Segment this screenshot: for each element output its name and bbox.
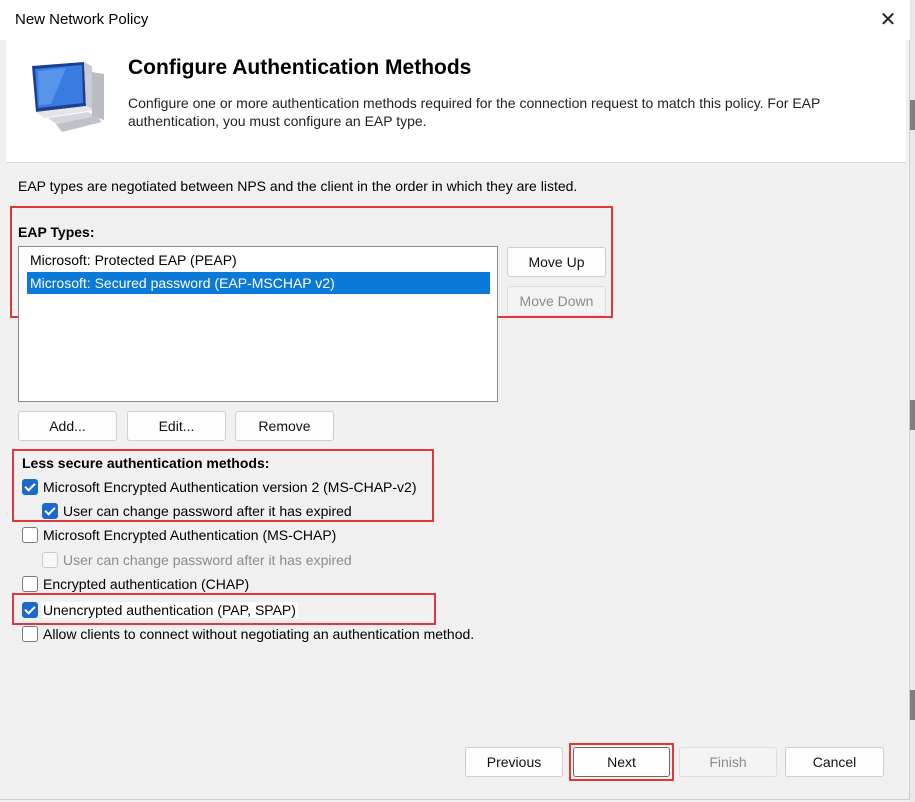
page-title: Configure Authentication Methods <box>128 56 472 79</box>
mschapv2-label[interactable]: Microsoft Encrypted Authentication versi… <box>43 479 416 495</box>
next-button[interactable]: Next <box>573 747 670 777</box>
pap-checkbox[interactable] <box>22 602 38 618</box>
mschap-change-password-checkbox[interactable] <box>42 552 58 568</box>
eap-types-label: EAP Types: <box>18 224 95 240</box>
mschapv2-checkbox[interactable] <box>22 479 38 495</box>
edit-button[interactable]: Edit... <box>127 411 226 441</box>
move-down-button[interactable]: Move Down <box>507 286 606 316</box>
background-window-edge <box>910 0 915 802</box>
eap-types-list[interactable]: Microsoft: Protected EAP (PEAP) Microsof… <box>18 246 498 402</box>
background-scroll-mark <box>910 690 915 720</box>
move-up-button[interactable]: Move Up <box>507 247 606 277</box>
computer-monitor-icon <box>32 62 104 132</box>
mschapv2-change-password-checkbox[interactable] <box>42 503 58 519</box>
page-header: Configure Authentication Methods Configu… <box>6 40 906 163</box>
title-bar: New Network Policy ✕ <box>0 0 910 40</box>
background-scroll-mark <box>910 100 915 130</box>
chap-label[interactable]: Encrypted authentication (CHAP) <box>43 576 249 592</box>
list-item[interactable]: Microsoft: Protected EAP (PEAP) <box>27 249 237 271</box>
list-item-selected[interactable]: Microsoft: Secured password (EAP-MSCHAP … <box>27 272 490 294</box>
close-icon[interactable]: ✕ <box>872 4 904 36</box>
remove-button[interactable]: Remove <box>235 411 334 441</box>
less-secure-label: Less secure authentication methods: <box>22 455 270 471</box>
cancel-button[interactable]: Cancel <box>785 747 884 777</box>
previous-button[interactable]: Previous <box>465 747 563 777</box>
window-title: New Network Policy <box>15 11 149 28</box>
mschap-label[interactable]: Microsoft Encrypted Authentication (MS-C… <box>43 527 336 543</box>
no-auth-checkbox[interactable] <box>22 626 38 642</box>
mschapv2-change-password-label[interactable]: User can change password after it has ex… <box>63 503 352 519</box>
finish-button[interactable]: Finish <box>679 747 777 777</box>
add-button[interactable]: Add... <box>18 411 117 441</box>
pap-label[interactable]: Unencrypted authentication (PAP, SPAP) <box>41 602 298 618</box>
background-scroll-mark <box>910 400 915 430</box>
page-description: Configure one or more authentication met… <box>128 95 821 129</box>
mschap-change-password-label[interactable]: User can change password after it has ex… <box>63 552 352 568</box>
no-auth-label[interactable]: Allow clients to connect without negotia… <box>43 626 474 642</box>
mschap-checkbox[interactable] <box>22 527 38 543</box>
intro-text: EAP types are negotiated between NPS and… <box>18 178 578 194</box>
chap-checkbox[interactable] <box>22 576 38 592</box>
new-network-policy-dialog: New Network Policy ✕ Configure Authentic… <box>0 0 910 800</box>
